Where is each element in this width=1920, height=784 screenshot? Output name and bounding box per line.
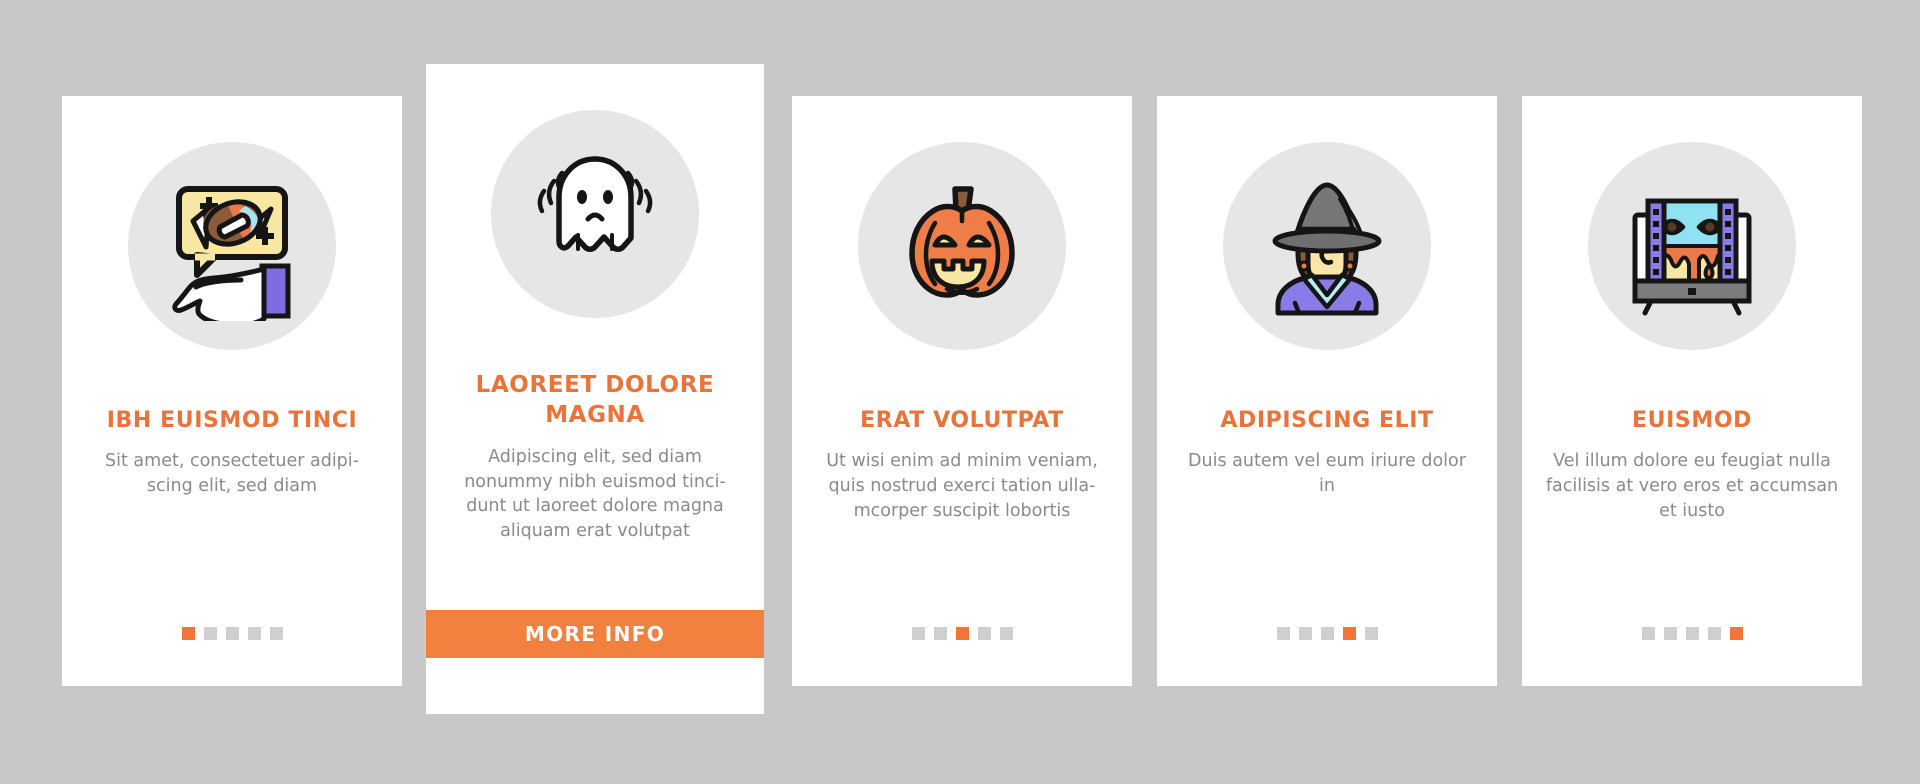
pagination-dot[interactable] [1342, 627, 1356, 640]
witch-icon [1223, 142, 1431, 350]
card-title: LAOREET DOLORE MAGNA [475, 372, 715, 429]
card-body: Adipiscing elit, sed diam nonummy nibh e… [464, 446, 726, 542]
pagination-dot[interactable] [1707, 627, 1721, 640]
more-info-button[interactable]: MORE INFO [426, 610, 764, 658]
onboarding-card-3: ERAT VOLUTPAT Ut wisi enim ad minim veni… [792, 96, 1132, 686]
pagination-dot[interactable] [1276, 627, 1290, 640]
card-body: Vel illum dolore eu feugiat nulla facili… [1545, 451, 1839, 521]
pagination-dots[interactable] [1522, 627, 1862, 640]
pagination-dot[interactable] [1641, 627, 1655, 640]
card-body: Ut wisi enim ad minim veniam, quis nostr… [826, 451, 1098, 521]
pagination-dot[interactable] [911, 627, 925, 640]
pagination-dots[interactable] [792, 627, 1132, 640]
ghost-icon [491, 110, 699, 318]
card-body: Duis autem vel eum iriure dolor in [1188, 451, 1466, 496]
pagination-dot[interactable] [955, 627, 969, 640]
jack-o-lantern-pumpkin-icon [858, 142, 1066, 350]
pagination-dot[interactable] [225, 627, 239, 640]
pagination-dot[interactable] [1729, 627, 1743, 640]
pagination-dot[interactable] [1364, 627, 1378, 640]
onboarding-card-5: EUISMOD Vel illum dolore eu feugiat null… [1522, 96, 1862, 686]
card-title: ADIPISCING ELIT [1220, 408, 1434, 433]
onboarding-card-4: ADIPISCING ELIT Duis autem vel eum iriur… [1157, 96, 1497, 686]
pagination-dots[interactable] [62, 627, 402, 640]
pagination-dot[interactable] [1298, 627, 1312, 640]
pagination-dot[interactable] [269, 627, 283, 640]
onboarding-card-2: LAOREET DOLORE MAGNA Adipiscing elit, se… [426, 64, 764, 714]
pagination-dot[interactable] [933, 627, 947, 640]
onboarding-card-1: IBH EUISMOD TINCI Sit amet, consectetuer… [62, 96, 402, 686]
pagination-dots[interactable] [1157, 627, 1497, 640]
pagination-dot[interactable] [999, 627, 1013, 640]
card-title: IBH EUISMOD TINCI [106, 408, 358, 433]
pagination-dot[interactable] [1663, 627, 1677, 640]
pagination-dot[interactable] [247, 627, 261, 640]
card-title: EUISMOD [1632, 408, 1752, 433]
pagination-dot[interactable] [1685, 627, 1699, 640]
horror-movie-tv-icon [1588, 142, 1796, 350]
card-title: ERAT VOLUTPAT [860, 408, 1064, 433]
onboarding-screens-stage: IBH EUISMOD TINCI Sit amet, consectetuer… [0, 0, 1920, 784]
hand-holding-candy-speech-bubble-icon [128, 142, 336, 350]
pagination-dot[interactable] [181, 627, 195, 640]
pagination-dot[interactable] [1320, 627, 1334, 640]
pagination-dot[interactable] [977, 627, 991, 640]
pagination-dot[interactable] [203, 627, 217, 640]
card-body: Sit amet, consectetuer adipi-scing elit,… [105, 451, 359, 496]
